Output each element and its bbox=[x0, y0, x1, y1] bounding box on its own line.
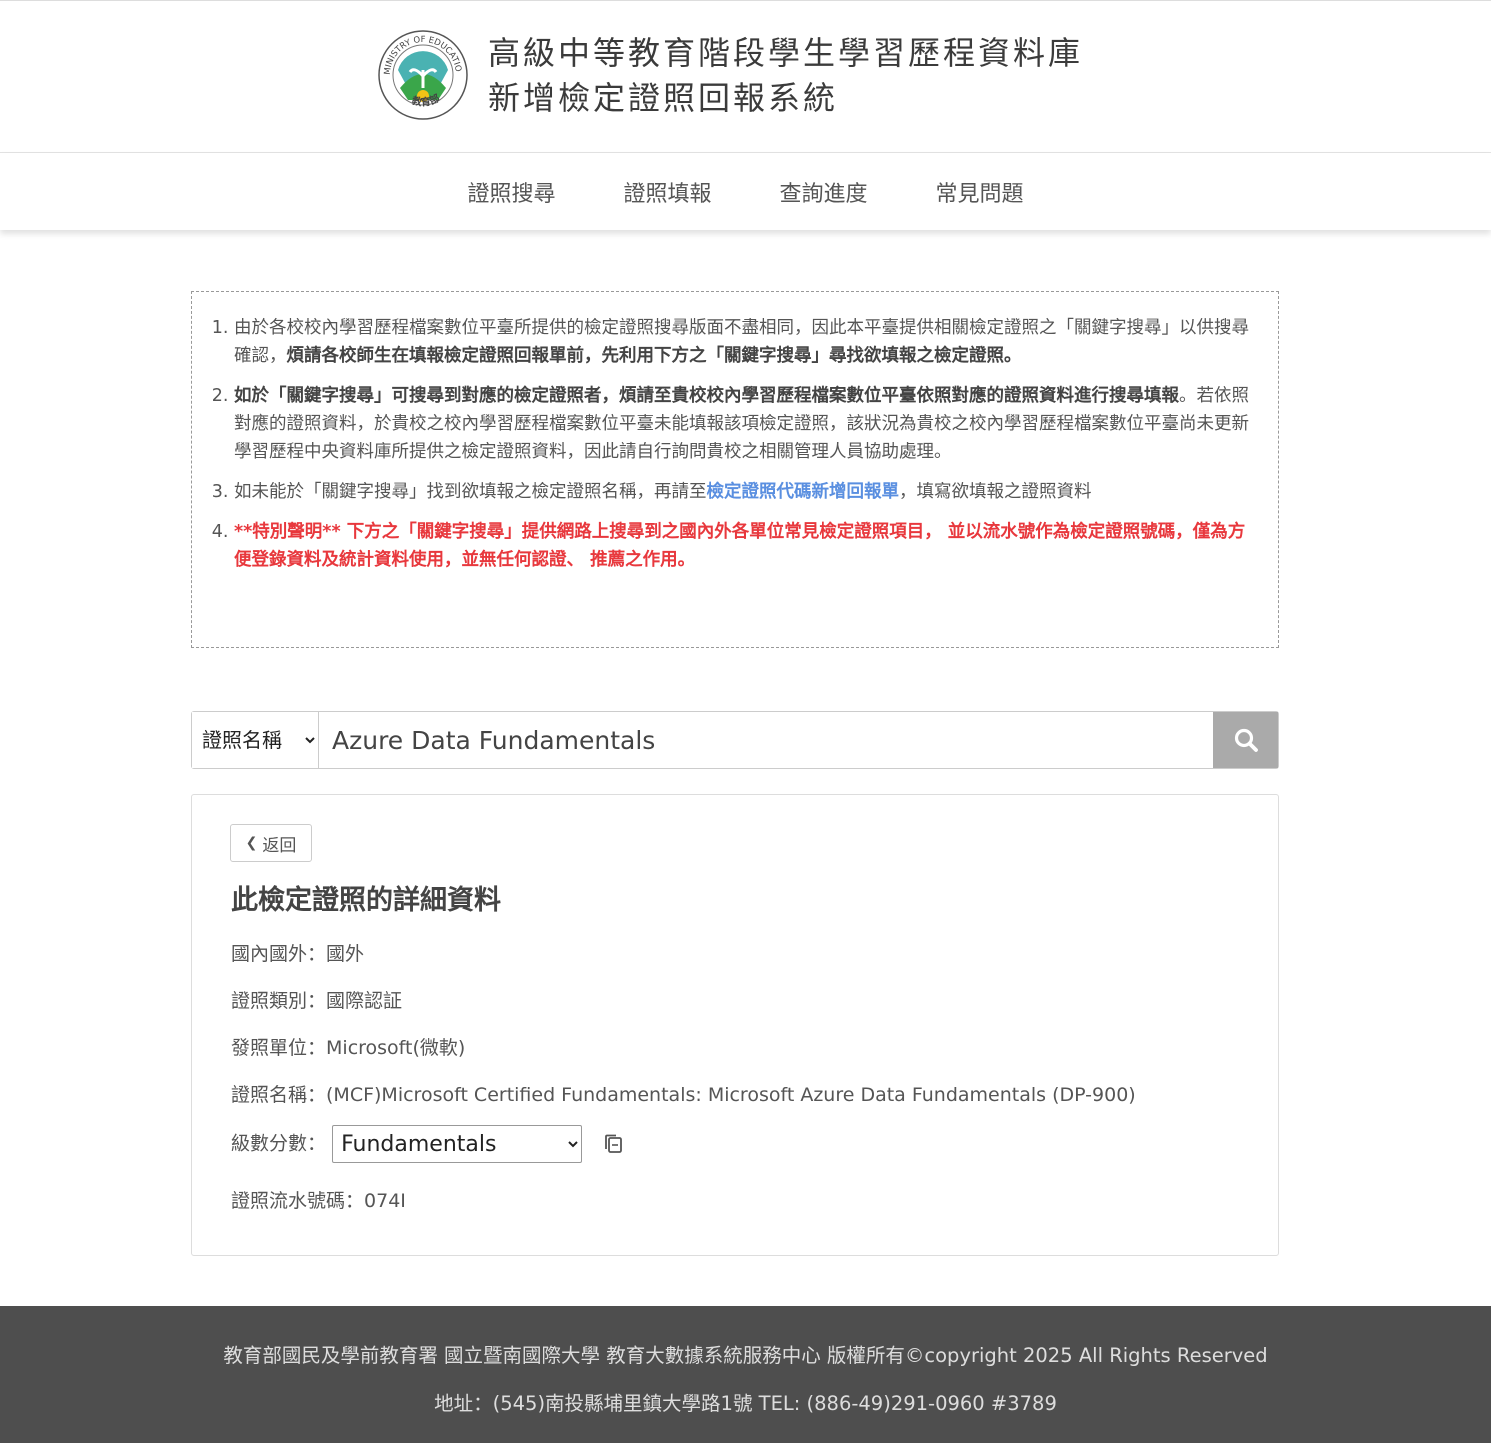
site-header: MINISTRY OF EDUCATION 教育部 高級中等教育階段學生學習歷程… bbox=[0, 0, 1491, 153]
notice-item-3: 如未能於「關鍵字搜尋」找到欲填報之檢定證照名稱，再請至檢定證照代碼新增回報單，填… bbox=[234, 478, 1256, 506]
search-button[interactable] bbox=[1213, 712, 1278, 768]
site-title: 高級中等教育階段學生學習歷程資料庫 新增檢定證照回報系統 bbox=[488, 31, 1083, 121]
level-select[interactable]: Fundamentals bbox=[332, 1125, 583, 1163]
notice-item-2: 如於「關鍵字搜尋」可搜尋到對應的檢定證照者，煩請至貴校校內學習歷程檔案數位平臺依… bbox=[234, 382, 1256, 466]
back-button[interactable]: ❮ 返回 bbox=[230, 824, 312, 862]
search-bar: 證照名稱 bbox=[191, 711, 1279, 769]
nav-faq[interactable]: 常見問題 bbox=[936, 176, 1024, 208]
search-icon bbox=[1234, 728, 1258, 752]
chevron-left-icon: ❮ bbox=[245, 835, 258, 851]
detail-name-row: 證照名稱：(MCF)Microsoft Certified Fundamenta… bbox=[231, 1084, 1136, 1106]
site-footer: 教育部國民及學前教育署 國立暨南國際大學 教育大數據系統服務中心 版權所有©co… bbox=[0, 1306, 1491, 1443]
search-input[interactable] bbox=[319, 712, 1213, 768]
nav-certificate-report[interactable]: 證照填報 bbox=[623, 176, 711, 208]
detail-category-row: 證照類別：國際認証 bbox=[231, 990, 403, 1012]
main-nav: 證照搜尋 證照填報 查詢進度 常見問題 bbox=[0, 153, 1491, 230]
notice-item-4: **特別聲明** 下方之「關鍵字搜尋」提供網路上搜尋到之國內外各單位常見檢定證照… bbox=[234, 518, 1256, 574]
detail-heading: 此檢定證照的詳細資料 bbox=[231, 885, 501, 916]
certificate-detail-panel: ❮ 返回 此檢定證照的詳細資料 國內國外：國外 證照類別：國際認証 發照單位：M… bbox=[191, 794, 1279, 1256]
site-title-line1: 高級中等教育階段學生學習歷程資料庫 bbox=[488, 34, 1084, 72]
new-code-report-link[interactable]: 檢定證照代碼新增回報單 bbox=[707, 482, 900, 502]
copy-icon[interactable] bbox=[602, 1133, 624, 1155]
ministry-of-education-logo[interactable]: MINISTRY OF EDUCATION 教育部 bbox=[378, 30, 468, 120]
detail-level-row: 級數分數： Fundamentals bbox=[231, 1125, 624, 1163]
footer-address: 地址：(545)南投縣埔里鎮大學路1號 TEL: (886-49)291-096… bbox=[434, 1392, 1057, 1415]
footer-copyright: 教育部國民及學前教育署 國立暨南國際大學 教育大數據系統服務中心 版權所有©co… bbox=[223, 1344, 1268, 1367]
detail-serial-row: 證照流水號碼：074I bbox=[231, 1190, 406, 1212]
nav-check-progress[interactable]: 查詢進度 bbox=[780, 176, 868, 208]
notice-box: 由於各校校內學習歷程檔案數位平臺所提供的檢定證照搜尋版面不盡相同，因此本平臺提供… bbox=[191, 291, 1279, 648]
nav-certificate-search[interactable]: 證照搜尋 bbox=[467, 176, 555, 208]
site-title-line2: 新增檢定證照回報系統 bbox=[488, 79, 839, 117]
detail-issuer-row: 發照單位：Microsoft(微軟) bbox=[231, 1037, 466, 1059]
notice-item-1: 由於各校校內學習歷程檔案數位平臺所提供的檢定證照搜尋版面不盡相同，因此本平臺提供… bbox=[234, 314, 1256, 370]
search-field-select[interactable]: 證照名稱 bbox=[192, 712, 319, 768]
detail-domestic-row: 國內國外：國外 bbox=[231, 943, 365, 965]
